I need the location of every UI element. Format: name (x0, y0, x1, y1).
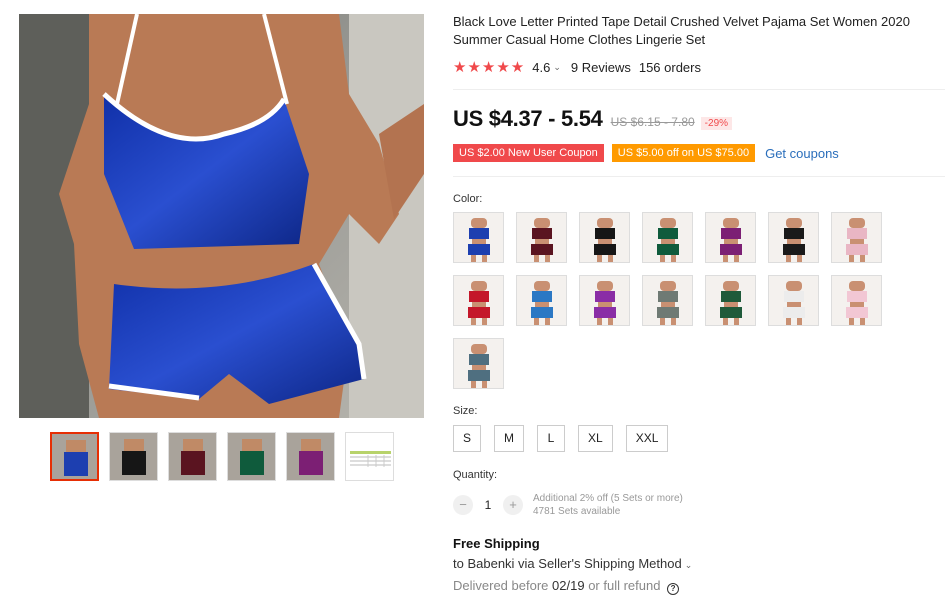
thumbnail-green[interactable] (227, 432, 276, 481)
product-title: Black Love Letter Printed Tape Detail Cr… (453, 14, 910, 47)
thumbnail-photo (52, 434, 97, 479)
new-user-coupon[interactable]: US $2.00 New User Coupon (453, 144, 604, 162)
color-options (453, 212, 893, 389)
current-price: US $4.37 - 5.54 (453, 106, 603, 131)
shipping-method[interactable]: to Babenki via Seller's Shipping Method ⌄ (453, 556, 692, 571)
swatch-photo (706, 213, 755, 262)
thumbnail-photo (110, 433, 157, 480)
swatch-photo (454, 339, 503, 388)
thumbnail-purple[interactable] (286, 432, 335, 481)
size-option-m[interactable]: M (494, 425, 525, 452)
swatch-photo (454, 276, 503, 325)
size-option-xxl[interactable]: XXL (625, 425, 669, 452)
color-swatch-pink-print[interactable] (831, 212, 882, 263)
thumbnail-wine[interactable] (168, 432, 217, 481)
quantity-stepper: − 1 + Additional 2% off (5 Sets or more)… (453, 492, 683, 518)
swatch-photo (517, 276, 566, 325)
color-label: Color: (453, 193, 483, 205)
color-swatch-blue[interactable] (453, 212, 504, 263)
shipping-method-text: to Babenki via Seller's Shipping Method (453, 556, 682, 571)
swatch-photo (769, 276, 818, 325)
rating-stars-icon: ★★★★★ (453, 59, 526, 76)
size-label: Size: (453, 405, 478, 417)
swatch-photo (580, 276, 629, 325)
bulk-discount-note: Additional 2% off (5 Sets or more) (533, 493, 683, 504)
rating-row: ★★★★★ 4.6 ⌄ 9 Reviews 156 orders (453, 58, 701, 76)
quantity-info: Additional 2% off (5 Sets or more) 4781 … (533, 492, 683, 518)
size-option-l[interactable]: L (537, 425, 566, 452)
thumbnail-photo (287, 433, 334, 480)
swatch-photo (706, 276, 755, 325)
swatch-photo (769, 213, 818, 262)
reviews-link[interactable]: 9 Reviews (571, 60, 631, 75)
quantity-input[interactable]: 1 (473, 498, 503, 512)
thumbnail-blue[interactable] (50, 432, 99, 481)
delivery-date: 02/19 (552, 578, 585, 593)
color-swatch-green[interactable] (642, 212, 693, 263)
quantity-increase-button[interactable]: + (503, 495, 523, 515)
size-option-xl[interactable]: XL (578, 425, 613, 452)
main-product-image[interactable] (19, 14, 424, 418)
delivery-estimate: Delivered before 02/19 or full refund ? (453, 578, 680, 595)
swatch-photo (643, 276, 692, 325)
color-swatch-black-lace[interactable] (768, 212, 819, 263)
swatch-photo (643, 213, 692, 262)
chevron-down-icon[interactable]: ⌄ (553, 62, 561, 73)
swatch-photo (832, 213, 881, 262)
thumbnail-black[interactable] (109, 432, 158, 481)
thumbnail-photo (228, 433, 275, 480)
store-coupon[interactable]: US $5.00 off on US $75.00 (611, 144, 756, 162)
color-swatch-teal-grey[interactable] (453, 338, 504, 389)
swatch-photo (517, 213, 566, 262)
quantity-label: Quantity: (453, 469, 498, 481)
thumbnail-size-chart[interactable] (345, 432, 394, 481)
color-swatch-dark-green[interactable] (705, 275, 756, 326)
help-icon[interactable]: ? (667, 583, 680, 595)
swatch-photo (832, 276, 881, 325)
color-swatch-white-print[interactable] (768, 275, 819, 326)
swatch-photo (454, 213, 503, 262)
discount-badge: -29% (700, 117, 733, 130)
original-price: US $6.15 - 7.80 (610, 115, 695, 129)
color-swatch-light-blue[interactable] (516, 275, 567, 326)
orders-count: 156 orders (638, 59, 701, 75)
color-swatch-purple[interactable] (705, 212, 756, 263)
get-coupons-link[interactable]: Get coupons (765, 146, 839, 161)
delivery-suffix: or full refund (588, 578, 661, 593)
delivery-prefix: Delivered before (453, 578, 549, 593)
color-swatch-black[interactable] (579, 212, 630, 263)
color-swatch-camo-grey[interactable] (642, 275, 693, 326)
size-option-s[interactable]: S (453, 425, 482, 452)
quantity-decrease-button[interactable]: − (453, 495, 473, 515)
stock-available: 4781 Sets available (533, 506, 621, 517)
divider (453, 176, 945, 177)
size-options: S M L XL XXL (453, 425, 669, 452)
color-swatch-wine[interactable] (516, 212, 567, 263)
color-swatch-red[interactable] (453, 275, 504, 326)
swatch-photo (580, 213, 629, 262)
divider (453, 89, 945, 90)
chevron-down-icon: ⌄ (684, 560, 693, 570)
color-swatch-pink-white[interactable] (831, 275, 882, 326)
thumbnail-strip (50, 432, 394, 481)
coupon-row: US $2.00 New User Coupon US $5.00 off on… (453, 144, 839, 162)
thumbnail-photo (169, 433, 216, 480)
product-photo (19, 14, 424, 418)
shipping-title: Free Shipping (453, 536, 540, 551)
price-row: US $4.37 - 5.54 US $6.15 - 7.80 -29% (453, 106, 733, 132)
size-chart-icon (346, 433, 393, 480)
color-swatch-violet[interactable] (579, 275, 630, 326)
rating-score[interactable]: 4.6 (532, 60, 550, 75)
